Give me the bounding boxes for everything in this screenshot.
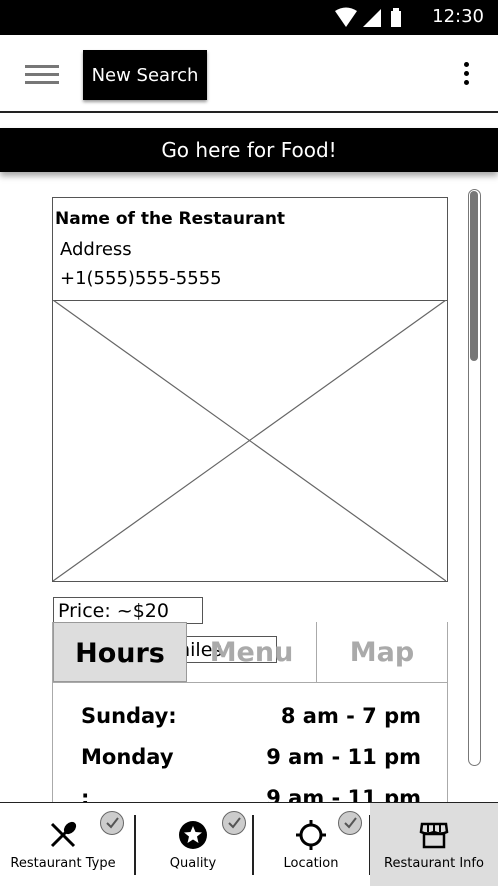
hamburger-menu-icon[interactable] bbox=[25, 65, 59, 85]
status-icons bbox=[333, 7, 423, 33]
nav-restaurant-info[interactable]: Restaurant Info bbox=[370, 803, 498, 886]
hours-time: 8 am - 7 pm bbox=[280, 704, 421, 728]
status-time: 12:30 bbox=[432, 6, 484, 27]
crosshair-icon bbox=[296, 820, 326, 850]
bottom-navigation: Restaurant Type Quality Location Restaur… bbox=[0, 802, 498, 886]
price-label: Price: ~$20 bbox=[53, 597, 203, 624]
restaurant-card: Name of the Restaurant Address +1(555)55… bbox=[52, 197, 448, 663]
overflow-menu-icon[interactable] bbox=[462, 62, 470, 88]
food-banner[interactable]: Go here for Food! bbox=[0, 128, 498, 172]
nav-label: Quality bbox=[169, 856, 217, 871]
signal-icon bbox=[363, 9, 381, 27]
hours-day: Monday bbox=[81, 745, 174, 769]
tab-menu[interactable]: Menu bbox=[187, 622, 317, 682]
storefront-icon bbox=[419, 820, 449, 850]
star-icon bbox=[178, 820, 208, 850]
restaurant-info: Name of the Restaurant Address +1(555)55… bbox=[53, 198, 447, 301]
nav-quality[interactable]: Quality bbox=[134, 803, 252, 886]
check-icon bbox=[338, 811, 362, 835]
nav-restaurant-type[interactable]: Restaurant Type bbox=[4, 803, 124, 886]
battery-icon bbox=[391, 8, 401, 27]
nav-label: Location bbox=[283, 856, 339, 871]
nav-label: Restaurant Info bbox=[384, 856, 484, 871]
tab-bar: Hours Menu Map bbox=[53, 622, 447, 683]
app-bar: New Search bbox=[0, 35, 498, 113]
restaurant-phone[interactable]: +1(555)555-5555 bbox=[60, 268, 222, 289]
details-panel: Hours Menu Map Sunday: 8 am - 7 pm Monda… bbox=[52, 622, 448, 822]
restaurant-image-placeholder: Price: ~$20 Distance: 7 miles bbox=[53, 300, 446, 663]
restaurant-name: Name of the Restaurant bbox=[55, 209, 286, 229]
status-bar: 12:30 bbox=[0, 0, 498, 35]
tab-map[interactable]: Map bbox=[317, 622, 447, 682]
restaurant-address: Address bbox=[60, 239, 132, 260]
hours-day: Sunday: bbox=[81, 704, 177, 728]
nav-location[interactable]: Location bbox=[252, 803, 370, 886]
fork-knife-icon bbox=[48, 820, 78, 850]
new-search-button[interactable]: New Search bbox=[83, 50, 207, 100]
wifi-icon bbox=[335, 7, 357, 27]
tab-hours[interactable]: Hours bbox=[53, 622, 187, 682]
check-icon bbox=[222, 811, 246, 835]
check-icon bbox=[100, 811, 124, 835]
hours-time: 9 am - 11 pm bbox=[266, 745, 421, 769]
scrollbar-thumb[interactable] bbox=[470, 191, 478, 361]
scrollbar[interactable] bbox=[468, 189, 481, 766]
nav-label: Restaurant Type bbox=[10, 856, 116, 871]
